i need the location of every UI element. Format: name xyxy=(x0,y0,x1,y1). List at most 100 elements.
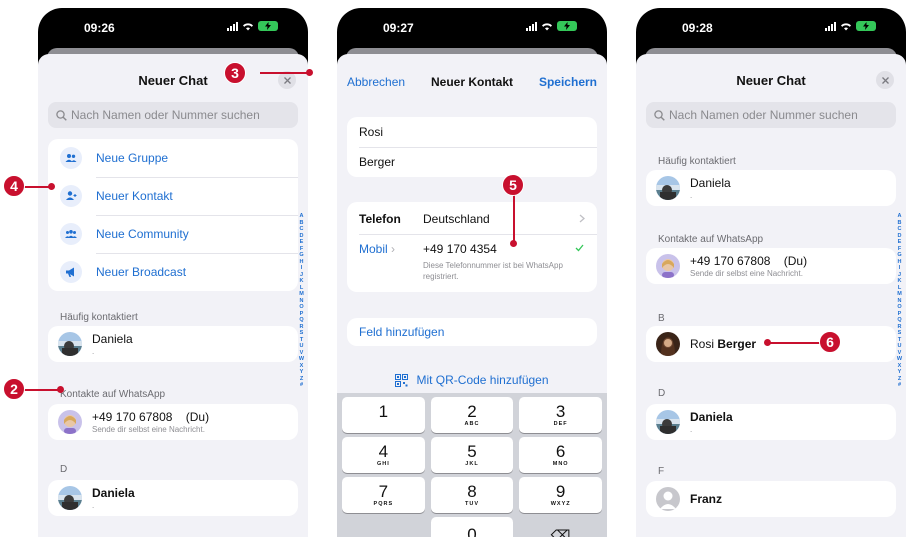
contact-row-daniela[interactable]: Daniela. xyxy=(646,404,896,440)
status-bar: 09:28 xyxy=(636,8,906,46)
index-letter[interactable]: O xyxy=(896,304,903,311)
nav-bar: Abbrechen Neuer Kontakt Speichern xyxy=(347,73,597,91)
contact-status: Sende dir selbst eine Nachricht. xyxy=(690,269,803,278)
status-time: 09:28 xyxy=(682,21,713,35)
first-name-field[interactable]: Rosi xyxy=(347,117,597,147)
cancel-button[interactable]: Abbrechen xyxy=(347,75,405,89)
key-0[interactable]: 0 xyxy=(430,517,514,537)
checkmark-icon xyxy=(575,244,584,252)
search-input[interactable]: Nach Namen oder Nummer suchen xyxy=(646,102,896,128)
section-header-d: D xyxy=(60,464,68,475)
last-name-field[interactable]: Berger xyxy=(347,147,597,177)
qr-add-button[interactable]: Mit QR-Code hinzufügen xyxy=(337,373,607,387)
key-9[interactable]: 9 WXYZ xyxy=(519,477,602,513)
country-select[interactable]: Deutschland xyxy=(423,212,490,226)
broadcast-icon xyxy=(60,261,82,283)
community-icon xyxy=(60,223,82,245)
phone-number-input[interactable]: +49 170 4354 xyxy=(423,242,497,256)
alphabet-index[interactable]: A B C D E F G H I J K L M N O P Q R S T U V W X Y Z # xyxy=(896,213,903,389)
callout-dot-4 xyxy=(48,183,55,190)
contact-row-self[interactable]: +49 170 67808 (Du) Sende dir selbst eine… xyxy=(646,248,896,284)
wifi-icon xyxy=(841,22,851,30)
key-8[interactable]: 8 TUV xyxy=(430,477,514,513)
signal-icon xyxy=(825,21,836,31)
sheet-title: Neuer Chat xyxy=(736,73,806,88)
new-community-button[interactable]: Neue Community xyxy=(48,215,298,253)
index-letter[interactable]: M xyxy=(298,291,305,298)
index-letter[interactable]: W xyxy=(896,356,903,363)
wifi-icon xyxy=(542,22,552,30)
key-7[interactable]: 7 PQRS xyxy=(342,477,425,513)
contact-name: Franz xyxy=(690,492,723,506)
index-letter[interactable]: W xyxy=(298,356,305,363)
contact-row-rosi-berger[interactable]: Rosi Berger xyxy=(646,326,896,362)
new-chat-sheet: Neuer Chat Nach Namen oder Nummer suchen… xyxy=(38,54,308,537)
section-header-whatsapp-contacts: Kontakte auf WhatsApp xyxy=(60,389,166,400)
key-1[interactable]: 1 xyxy=(342,397,425,433)
search-icon xyxy=(654,109,665,121)
search-placeholder: Nach Namen oder Nummer suchen xyxy=(71,108,260,122)
section-header-frequent: Häufig kontaktiert xyxy=(60,312,138,323)
status-bar: 09:26 xyxy=(38,8,308,46)
delete-key[interactable]: ⌫ xyxy=(519,517,602,537)
contact-row-daniela[interactable]: Daniela. xyxy=(48,326,298,362)
section-header-frequent: Häufig kontaktiert xyxy=(658,156,736,167)
phone-screen-new-chat: 09:26 Neuer Chat Nach Namen oder Nummer … xyxy=(38,8,308,537)
index-letter[interactable]: O xyxy=(298,304,305,311)
registered-note: Diese Telefonnummer ist bei WhatsApp reg… xyxy=(423,261,563,281)
callout-dot-5 xyxy=(510,240,517,247)
contact-status: . xyxy=(92,501,95,510)
close-icon xyxy=(881,76,889,84)
avatar xyxy=(656,176,680,200)
mobile-label-select[interactable]: Mobil › xyxy=(359,242,395,256)
key-3[interactable]: 3 DEF xyxy=(519,397,602,433)
contact-row-daniela[interactable]: Daniela. xyxy=(646,170,896,206)
status-time: 09:27 xyxy=(383,21,414,35)
new-contact-button[interactable]: Neuer Kontakt xyxy=(48,177,298,215)
whatsapp-contacts-card: +49 170 67808 (Du) Sende dir selbst eine… xyxy=(48,404,298,440)
contact-row-franz[interactable]: Franz xyxy=(646,481,896,517)
add-contact-icon xyxy=(60,185,82,207)
signal-icon xyxy=(526,21,537,31)
key-2[interactable]: 2 ABC xyxy=(430,397,514,433)
key-6[interactable]: 6 MNO xyxy=(519,437,602,473)
contact-row-daniela[interactable]: Daniela. xyxy=(48,480,298,516)
callout-dot-6 xyxy=(764,339,771,346)
new-broadcast-button[interactable]: Neuer Broadcast xyxy=(48,253,298,291)
battery-icon xyxy=(258,21,278,31)
mobile-label: Mobil xyxy=(359,242,388,256)
section-header-f: F xyxy=(658,466,665,477)
contact-status: Sende dir selbst eine Nachricht. xyxy=(92,425,205,434)
index-letter[interactable]: Q xyxy=(298,317,305,324)
contact-first-name: Rosi xyxy=(690,337,715,351)
index-letter[interactable]: M xyxy=(896,291,903,298)
alphabet-index[interactable]: A B C D E F G H I J K L M N O P Q R S T U V W X Y Z # xyxy=(298,213,305,389)
frequent-card: Daniela. xyxy=(48,326,298,362)
chevron-right-icon xyxy=(579,214,585,223)
search-input[interactable]: Nach Namen oder Nummer suchen xyxy=(48,102,298,128)
actions-card: Neue Gruppe Neuer Kontakt Neue Community… xyxy=(48,139,298,291)
frequent-card: Daniela. xyxy=(646,170,896,206)
save-button[interactable]: Speichern xyxy=(539,75,597,89)
index-letter[interactable]: Q xyxy=(896,317,903,324)
avatar xyxy=(58,332,82,356)
section-header-b: B xyxy=(658,313,665,324)
new-group-button[interactable]: Neue Gruppe xyxy=(48,139,298,177)
callout-line-5 xyxy=(513,195,515,243)
backspace-icon: ⌫ xyxy=(550,527,571,537)
index-letter[interactable]: # xyxy=(896,382,903,389)
add-field-card[interactable]: Feld hinzufügen xyxy=(347,318,597,346)
contact-name: Daniela xyxy=(92,332,133,346)
key-4[interactable]: 4 GHI xyxy=(342,437,425,473)
callout-line-3 xyxy=(260,72,310,74)
contact-row-self[interactable]: +49 170 67808 (Du) Sende dir selbst eine… xyxy=(48,404,298,440)
d-contacts-card: Daniela. xyxy=(646,404,896,440)
battery-icon xyxy=(557,21,577,31)
key-5[interactable]: 5 JKL xyxy=(430,437,514,473)
close-button[interactable] xyxy=(876,71,894,89)
callout-dot-3 xyxy=(306,69,313,76)
index-letter[interactable]: # xyxy=(298,382,305,389)
avatar xyxy=(656,410,680,434)
qr-code-icon xyxy=(395,373,409,387)
new-community-label: Neue Community xyxy=(96,227,189,241)
